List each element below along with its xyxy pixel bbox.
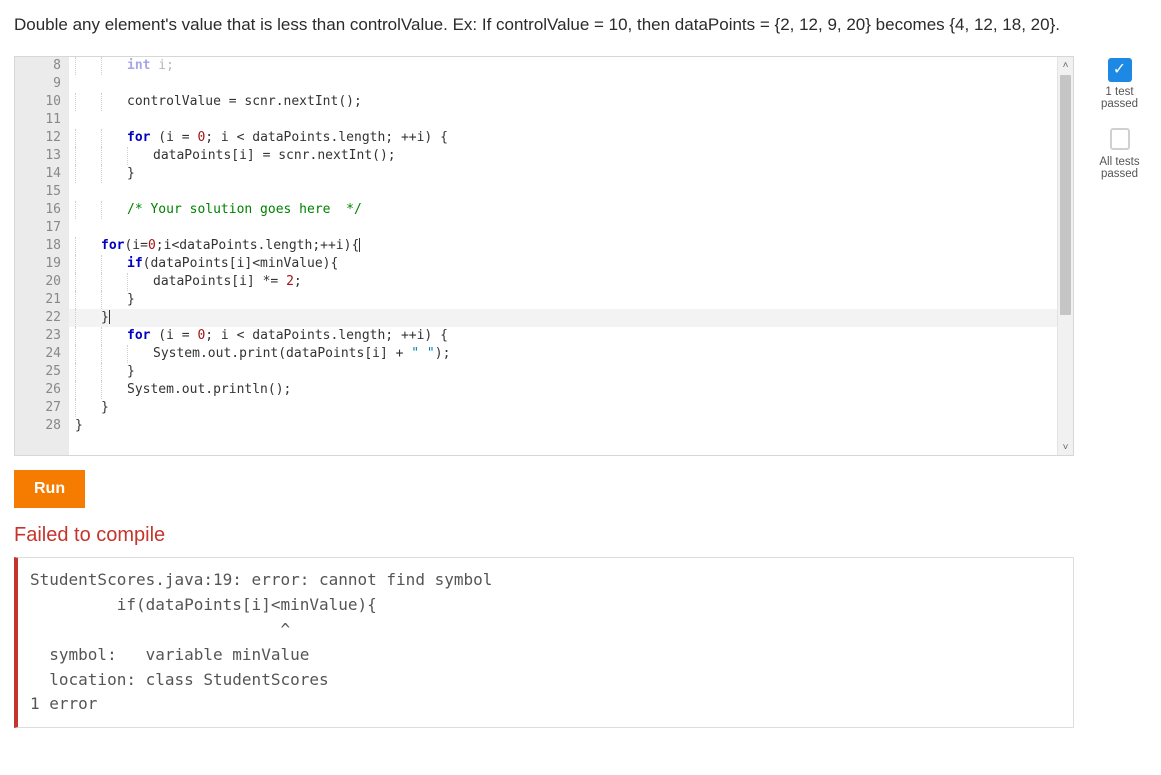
line-number: 13 [15,147,69,165]
code-line[interactable] [69,183,1057,201]
code-line[interactable]: System.out.println(); [69,381,1057,399]
code-line[interactable]: controlValue = scnr.nextInt(); [69,93,1057,111]
line-number: 23 [15,327,69,345]
compiler-error-output: StudentScores.java:19: error: cannot fin… [14,557,1074,728]
line-number: 18 [15,237,69,255]
line-number: 25 [15,363,69,381]
code-line[interactable]: } [69,363,1057,381]
code-line[interactable]: } [69,399,1057,417]
scroll-thumb[interactable] [1060,75,1071,315]
code-line[interactable]: if(dataPoints[i]<minValue){ [69,255,1057,273]
vertical-scrollbar[interactable]: ˄ ˅ [1057,57,1073,455]
test-results-sidebar: ✓ 1 test passed All tests passed [1092,56,1147,198]
line-number: 28 [15,417,69,435]
line-number: 26 [15,381,69,399]
problem-statement: Double any element's value that is less … [14,12,1144,38]
code-line[interactable]: System.out.print(dataPoints[i] + " "); [69,345,1057,363]
line-number: 10 [15,93,69,111]
line-number: 21 [15,291,69,309]
code-line[interactable] [69,75,1057,93]
code-editor[interactable]: 8910111213141516171819202122232425262728… [14,56,1074,456]
run-button[interactable]: Run [14,470,85,508]
test-passed-badge: ✓ [1108,58,1132,82]
test-passed-label: 1 test passed [1092,86,1147,110]
line-number: 22 [15,309,69,327]
line-number: 12 [15,129,69,147]
shield-icon [1110,130,1130,150]
check-icon: ✓ [1113,62,1126,78]
code-line[interactable]: for (i = 0; i < dataPoints.length; ++i) … [69,327,1057,345]
code-line[interactable]: for (i = 0; i < dataPoints.length; ++i) … [69,129,1057,147]
code-line[interactable]: /* Your solution goes here */ [69,201,1057,219]
compile-status-title: Failed to compile [14,524,1074,547]
all-tests-label: All tests passed [1092,156,1147,180]
code-line[interactable]: dataPoints[i] *= 2; [69,273,1057,291]
line-number: 8 [15,57,69,75]
code-line[interactable] [69,219,1057,237]
code-area[interactable]: int i; controlValue = scnr.nextInt(); for … [69,57,1057,455]
line-number: 17 [15,219,69,237]
scroll-down-arrow[interactable]: ˅ [1058,439,1073,455]
line-number: 24 [15,345,69,363]
code-line[interactable]: } [69,291,1057,309]
line-number-gutter: 8910111213141516171819202122232425262728 [15,57,69,455]
line-number: 20 [15,273,69,291]
line-number: 11 [15,111,69,129]
line-number: 27 [15,399,69,417]
line-number: 19 [15,255,69,273]
all-tests-badge [1108,128,1132,152]
code-line[interactable]: for(i=0;i<dataPoints.length;++i){ [69,237,1057,255]
scroll-up-arrow[interactable]: ˄ [1058,57,1073,73]
code-line[interactable]: int i; [69,57,1057,75]
code-line[interactable]: } [69,309,1057,327]
line-number: 16 [15,201,69,219]
code-line[interactable]: dataPoints[i] = scnr.nextInt(); [69,147,1057,165]
line-number: 9 [15,75,69,93]
code-line[interactable]: } [69,165,1057,183]
line-number: 15 [15,183,69,201]
code-line[interactable] [69,111,1057,129]
line-number: 14 [15,165,69,183]
code-line[interactable]: } [69,417,1057,435]
